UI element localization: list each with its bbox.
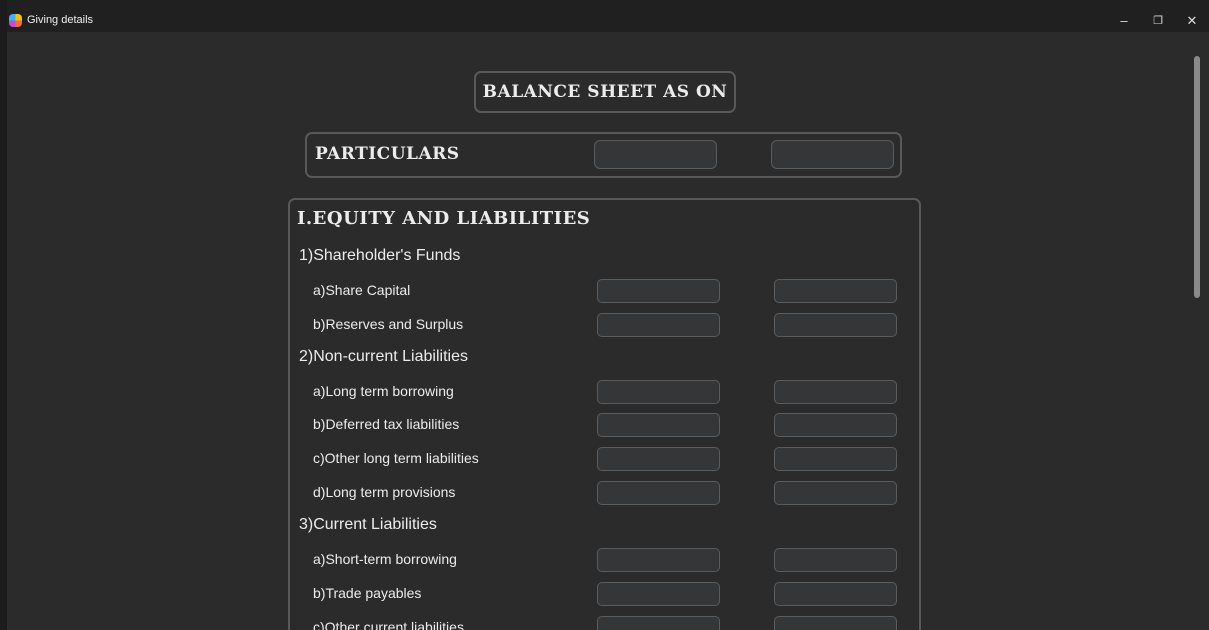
trade-payables-col1-input[interactable] — [597, 582, 720, 606]
long-term-provisions-col1-input[interactable] — [597, 481, 720, 505]
long-term-borrowing-col2-input[interactable] — [774, 380, 897, 404]
row-label-long-term-borrowing: a)Long term borrowing — [313, 383, 454, 399]
long-term-borrowing-col1-input[interactable] — [597, 380, 720, 404]
vertical-scrollbar[interactable] — [1194, 56, 1200, 298]
share-capital-col2-input[interactable] — [774, 279, 897, 303]
deferred-tax-col1-input[interactable] — [597, 413, 720, 437]
group-label-shareholders-funds: 1)Shareholder's Funds — [299, 247, 461, 264]
other-long-term-col2-input[interactable] — [774, 447, 897, 471]
row-label-share-capital: a)Share Capital — [313, 282, 411, 298]
minimize-icon[interactable]: – — [1107, 10, 1141, 32]
balance-sheet-heading-frame: BALANCE SHEET AS ON — [474, 71, 736, 113]
row-label-long-term-provisions: d)Long term provisions — [313, 484, 456, 500]
balance-sheet-heading: BALANCE SHEET AS ON — [482, 82, 728, 102]
close-icon[interactable]: ✕ — [1175, 10, 1209, 32]
reserves-surplus-col1-input[interactable] — [597, 313, 720, 337]
app-window: Giving details – ❐ ✕ BALANCE SHEET AS ON… — [7, 0, 1209, 630]
equity-liabilities-section: I.EQUITY AND LIABILITIES 1)Shareholder's… — [288, 198, 921, 630]
long-term-provisions-col2-input[interactable] — [774, 481, 897, 505]
section-title: I.EQUITY AND LIABILITIES — [297, 208, 591, 229]
trade-payables-col2-input[interactable] — [774, 582, 897, 606]
window-title: Giving details — [27, 14, 94, 26]
year1-input[interactable] — [594, 140, 717, 169]
group-label-current-liabilities: 3)Current Liabilities — [299, 516, 437, 533]
row-label-short-term-borrowing: a)Short-term borrowing — [313, 551, 457, 567]
group-label-non-current-liabilities: 2)Non-current Liabilities — [299, 348, 468, 365]
other-long-term-col1-input[interactable] — [597, 447, 720, 471]
short-term-borrowing-col1-input[interactable] — [597, 548, 720, 572]
title-bar[interactable]: Giving details – ❐ ✕ — [7, 10, 1209, 32]
reserves-surplus-col2-input[interactable] — [774, 313, 897, 337]
other-current-col2-input[interactable] — [774, 616, 897, 630]
row-label-trade-payables: b)Trade payables — [313, 585, 422, 601]
particulars-label: PARTICULARS — [315, 144, 460, 164]
row-label-other-long-term: c)Other long term liabilities — [313, 450, 479, 466]
share-capital-col1-input[interactable] — [597, 279, 720, 303]
other-current-col1-input[interactable] — [597, 616, 720, 630]
deferred-tax-col2-input[interactable] — [774, 413, 897, 437]
short-term-borrowing-col2-input[interactable] — [774, 548, 897, 572]
particulars-frame: PARTICULARS — [305, 132, 902, 178]
row-label-deferred-tax: b)Deferred tax liabilities — [313, 416, 460, 432]
year2-input[interactable] — [771, 140, 894, 169]
scrollable-content[interactable]: BALANCE SHEET AS ON PARTICULARS I.EQUITY… — [7, 32, 1209, 630]
row-label-other-current: c)Other current liabilities — [313, 619, 464, 630]
restore-icon[interactable]: ❐ — [1141, 10, 1175, 32]
row-label-reserves-surplus: b)Reserves and Surplus — [313, 316, 464, 332]
app-icon — [9, 14, 22, 27]
